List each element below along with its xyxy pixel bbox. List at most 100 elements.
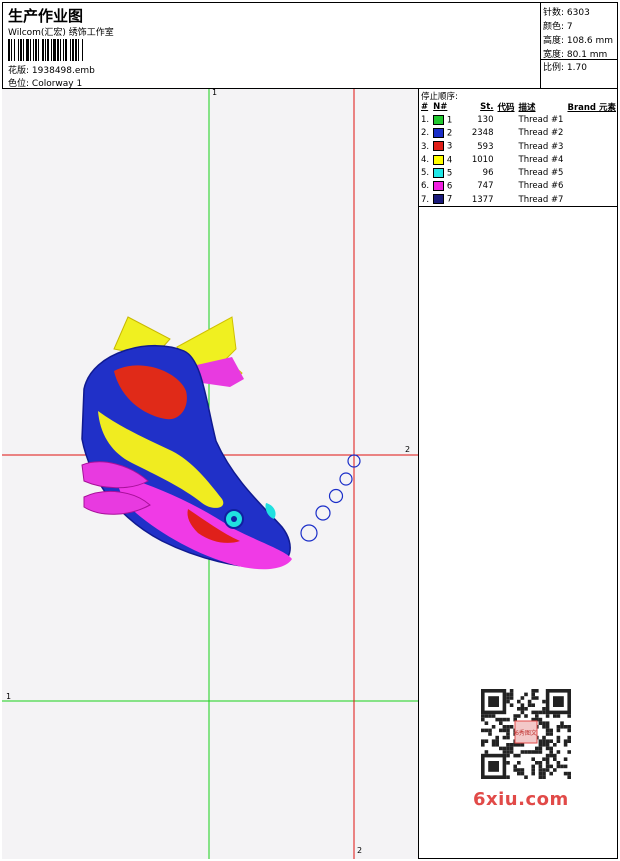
fish-embroidery: [81, 316, 292, 570]
qr-logo-text: 6秀图文: [515, 729, 537, 737]
row-index: 6.: [421, 181, 430, 192]
col-code: N#: [433, 101, 448, 112]
design-label: 花版:: [8, 66, 30, 76]
row-index: 3.: [421, 141, 430, 152]
thread-rows: 1. 1 130 Thread #1 2. 2 2348 Thread #2 3. 3 593…: [419, 113, 618, 206]
row-code-cn: [496, 113, 517, 126]
row-brand: [565, 127, 618, 140]
thread-row: 3. 3 593 Thread #3: [419, 140, 618, 153]
col-brand: Brand 元素: [567, 102, 616, 113]
thread-row: 7. 7 1377 Thread #7: [419, 193, 618, 206]
barcode-bar: [82, 39, 83, 61]
row-code: 7: [431, 193, 456, 206]
row-stitches: 2348: [471, 128, 494, 139]
guide-label-right: 2: [405, 445, 411, 454]
color-swatch: [433, 167, 445, 178]
col-code-cn: 代码: [497, 102, 515, 113]
row-description: Thread #2: [518, 128, 564, 139]
row-brand: [565, 140, 618, 153]
header: 生产作业图 Wilcom(汇宏) 绣饰工作室 花版: 1938498.emb 色…: [2, 2, 618, 89]
row-code: 1: [431, 113, 456, 126]
row-description: Thread #5: [518, 168, 564, 179]
right-panel: 停止顺序: # N# St. 代码 描述 Brand 元素 1. 1 130 Thr…: [419, 89, 618, 859]
studio-name: Wilcom(汇宏) 绣饰工作室: [8, 28, 114, 38]
color-swatch: [433, 154, 445, 165]
row-stitches: 130: [477, 114, 494, 125]
fish-pupil: [231, 516, 237, 522]
thread-row: 5. 5 96 Thread #5: [419, 166, 618, 179]
thread-row: 4. 4 1010 Thread #4: [419, 153, 618, 166]
thread-row: 6. 6 747 Thread #6: [419, 180, 618, 193]
row-code: 3: [431, 140, 456, 153]
row-code-cn: [496, 193, 517, 206]
color-swatch: [433, 114, 445, 125]
barcode: [8, 39, 144, 61]
stat-scale: 比例: 1.70: [543, 63, 587, 73]
colorway-value: Colorway 1: [31, 79, 83, 89]
design-canvas[interactable]: 1 2 1 2: [2, 89, 419, 859]
colorway-label: 色位:: [8, 79, 30, 89]
page-title: 生产作业图: [8, 7, 84, 25]
stats-panel: 针数: 6303 颜色: 7 高度: 108.6 mm 宽度: 80.1 mm …: [540, 2, 618, 89]
row-index: 5.: [421, 168, 430, 179]
row-code-cn: [496, 166, 517, 179]
col-index: #: [421, 101, 429, 112]
row-index: 1.: [421, 114, 430, 125]
thread-table-grid: # N# St. 代码 描述 Brand 元素 1. 1 130 Thread #1…: [419, 100, 618, 206]
row-brand: [565, 113, 618, 126]
row-description: Thread #3: [518, 141, 564, 152]
row-code: 6: [431, 180, 456, 193]
row-code-cn: [496, 127, 517, 140]
row-description: Thread #7: [518, 194, 564, 205]
row-stitches: 593: [477, 141, 494, 152]
bubble: [300, 524, 318, 542]
guide-label-left: 1: [6, 692, 12, 701]
stat-height: 高度: 108.6 mm: [543, 36, 614, 46]
stat-colors: 颜色: 7: [543, 22, 573, 32]
bubble: [339, 472, 353, 486]
row-brand: [565, 153, 618, 166]
design-file: 1938498.emb: [31, 66, 95, 76]
row-brand: [565, 166, 618, 179]
design-preview: [2, 89, 418, 859]
row-code-cn: [496, 180, 517, 193]
row-code: 4: [431, 153, 456, 166]
row-description: Thread #1: [518, 114, 564, 125]
row-stitches: 1377: [471, 194, 494, 205]
bubble: [328, 488, 344, 504]
col-stitches: St.: [480, 101, 494, 112]
stat-stitches: 针数: 6303: [543, 8, 590, 18]
thread-row: 2. 2 2348 Thread #2: [419, 127, 618, 140]
row-code: 5: [431, 166, 456, 179]
row-description: Thread #4: [518, 154, 564, 165]
bubbles: [300, 454, 361, 542]
row-index: 7.: [421, 194, 430, 205]
row-stitches: 96: [482, 168, 494, 179]
row-index: 4.: [421, 154, 430, 165]
color-swatch: [433, 127, 445, 138]
row-description: Thread #6: [518, 181, 564, 192]
colorway-info: 色位: Colorway 1: [8, 76, 82, 89]
thread-table-header: # N# St. 代码 描述 Brand 元素: [419, 100, 618, 113]
color-swatch: [433, 194, 445, 205]
color-swatch: [433, 141, 445, 152]
row-brand: [565, 180, 618, 193]
row-index: 2.: [421, 128, 430, 139]
row-code: 2: [431, 127, 456, 140]
thread-table: 停止顺序: # N# St. 代码 描述 Brand 元素 1. 1 130 Thr…: [419, 89, 618, 207]
qr-code-image: 6秀图文: [481, 689, 571, 779]
row-stitches: 1010: [471, 154, 494, 165]
design-info: 花版: 1938498.emb: [8, 63, 95, 76]
qr-code: 6秀图文: [471, 685, 581, 785]
color-swatch: [433, 181, 445, 192]
watermark-text: 6xiu.com: [473, 789, 569, 810]
bubble: [315, 505, 331, 521]
guide-label-bottom: 2: [357, 846, 363, 855]
guide-label-top: 1: [212, 89, 218, 97]
row-brand: [565, 193, 618, 206]
row-code-cn: [496, 153, 517, 166]
thread-row: 1. 1 130 Thread #1: [419, 113, 618, 126]
row-stitches: 747: [477, 181, 494, 192]
col-description: 描述: [518, 102, 536, 113]
row-code-cn: [496, 140, 517, 153]
